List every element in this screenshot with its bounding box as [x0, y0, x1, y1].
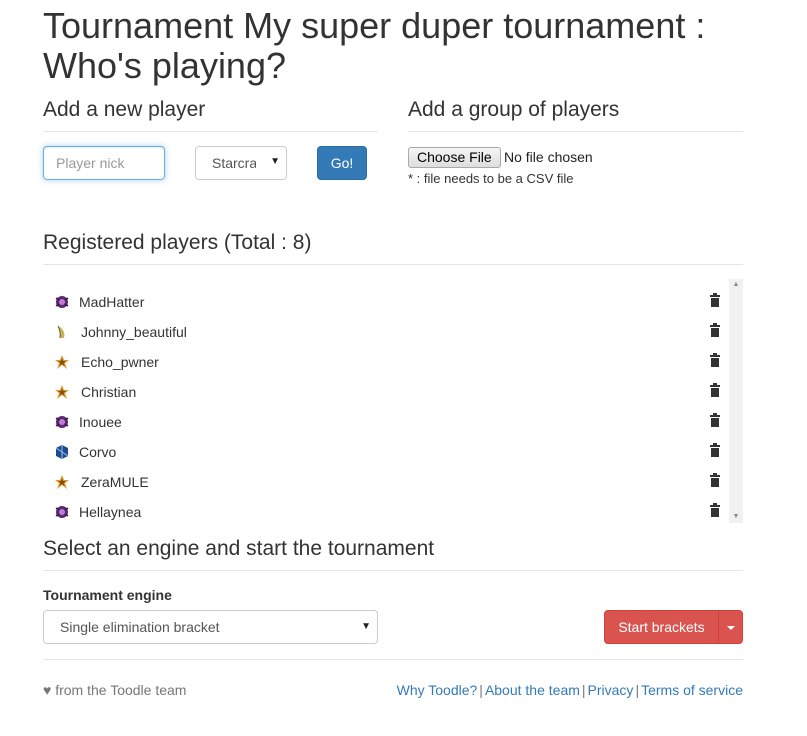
- csv-hint: * : file needs to be a CSV file: [408, 171, 574, 186]
- list-item: Hellaynea: [43, 499, 728, 523]
- zerg-race-icon: [55, 506, 69, 518]
- engine-select-value: Single elimination bracket: [60, 619, 220, 635]
- list-item: Johnny_beautiful: [43, 319, 728, 349]
- trash-icon[interactable]: [710, 293, 720, 307]
- player-nick: Christian: [81, 384, 137, 400]
- trash-icon[interactable]: [710, 383, 720, 397]
- footer-credit: ♥ from the Toodle team: [43, 682, 187, 698]
- player-nick: Corvo: [79, 444, 117, 460]
- trash-icon[interactable]: [710, 353, 720, 367]
- choose-file-button[interactable]: Choose File: [408, 147, 501, 168]
- game-select-value: Starcraft: [212, 155, 256, 171]
- file-status: No file chosen: [504, 149, 593, 165]
- terran-race-icon: [55, 445, 69, 459]
- add-player-button[interactable]: Go!: [317, 146, 367, 180]
- add-group-heading: Add a group of players: [408, 98, 743, 132]
- engine-label: Tournament engine: [43, 587, 172, 603]
- game-select[interactable]: Starcraft ▼: [195, 146, 287, 180]
- terms-link[interactable]: Terms of service: [641, 682, 743, 698]
- page-title: Tournament My super duper tournament : W…: [43, 5, 706, 86]
- player-nick-input[interactable]: [43, 146, 165, 180]
- protoss-race-icon: [55, 355, 69, 369]
- start-options-dropdown[interactable]: [718, 610, 743, 644]
- list-item: ZeraMULE: [43, 469, 728, 499]
- trash-icon[interactable]: [710, 473, 720, 487]
- players-list: MadHatter Johnny_beautiful Echo_pwner Ch…: [43, 279, 743, 523]
- player-nick: MadHatter: [79, 294, 145, 310]
- scroll-up-icon[interactable]: ▲: [729, 279, 743, 291]
- footer-divider: [43, 659, 743, 660]
- protoss-race-icon: [55, 385, 69, 399]
- player-nick: Johnny_beautiful: [81, 324, 187, 340]
- chevron-down-icon: ▼: [361, 621, 371, 632]
- trash-icon[interactable]: [710, 503, 720, 517]
- add-player-heading: Add a new player: [43, 98, 378, 132]
- player-nick: ZeraMULE: [81, 474, 149, 490]
- about-team-link[interactable]: About the team: [485, 682, 580, 698]
- trash-icon[interactable]: [710, 443, 720, 457]
- list-item: MadHatter: [43, 289, 728, 319]
- privacy-link[interactable]: Privacy: [588, 682, 634, 698]
- footer-links: Why Toodle? | About the team | Privacy | Terms…: [397, 682, 743, 698]
- player-nick: Hellaynea: [79, 504, 142, 520]
- chevron-down-icon: ▼: [270, 156, 280, 167]
- engine-heading: Select an engine and start the tournamen…: [43, 537, 743, 571]
- list-item: Corvo: [43, 439, 728, 469]
- why-toodle-link[interactable]: Why Toodle?: [397, 682, 478, 698]
- list-item: Inouee: [43, 409, 728, 439]
- trash-icon[interactable]: [710, 323, 720, 337]
- engine-select[interactable]: Single elimination bracket ▼: [43, 610, 378, 644]
- list-item: Christian: [43, 379, 728, 409]
- player-nick: Inouee: [79, 414, 122, 430]
- trash-icon[interactable]: [710, 413, 720, 427]
- scroll-down-icon[interactable]: ▼: [729, 511, 743, 523]
- footer-separator: |: [635, 682, 640, 698]
- player-nick: Echo_pwner: [81, 354, 159, 370]
- players-scrollbar[interactable]: ▲ ▼: [729, 279, 743, 523]
- list-item: Echo_pwner: [43, 349, 728, 379]
- footer-separator: |: [479, 682, 483, 698]
- zerg-race-icon: [55, 296, 69, 308]
- zerg-race-icon: [55, 416, 69, 428]
- random-race-icon: [57, 325, 65, 339]
- caret-down-icon: [727, 626, 735, 630]
- footer-separator: |: [581, 682, 586, 698]
- start-brackets-button[interactable]: Start brackets: [604, 610, 719, 644]
- registered-players-heading: Registered players (Total : 8): [43, 231, 743, 265]
- protoss-race-icon: [55, 475, 69, 489]
